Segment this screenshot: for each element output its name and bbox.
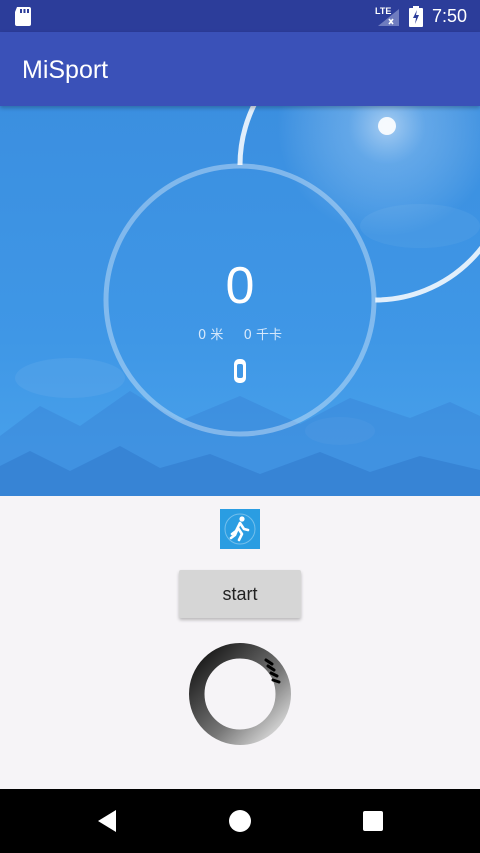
battery-charging-icon (409, 6, 423, 27)
home-icon[interactable] (228, 809, 252, 833)
recents-icon[interactable] (362, 810, 384, 832)
lte-signal-icon: LTE (375, 6, 399, 26)
distance-value: 0 米 (198, 328, 224, 343)
spinner-icon (189, 643, 291, 745)
running-person-icon[interactable] (220, 509, 260, 549)
stats-row: 0 米 0 千卡 (0, 324, 480, 343)
step-count: 0 (225, 257, 255, 315)
back-icon[interactable] (96, 809, 118, 833)
calories-value: 0 千卡 (243, 328, 282, 343)
navigation-bar (0, 789, 480, 853)
start-button[interactable]: start (179, 570, 301, 618)
svg-text:LTE: LTE (375, 6, 391, 16)
band-icon (234, 359, 246, 383)
status-bar: LTE 7:50 (0, 0, 480, 32)
sd-card-icon (15, 7, 31, 26)
step-hero-panel: 0 0 米 0 千卡 (0, 106, 480, 496)
app-bar: MiSport (0, 32, 480, 106)
clock: 7:50 (432, 6, 468, 26)
app-title: MiSport (22, 56, 109, 84)
sun-icon (378, 117, 396, 135)
